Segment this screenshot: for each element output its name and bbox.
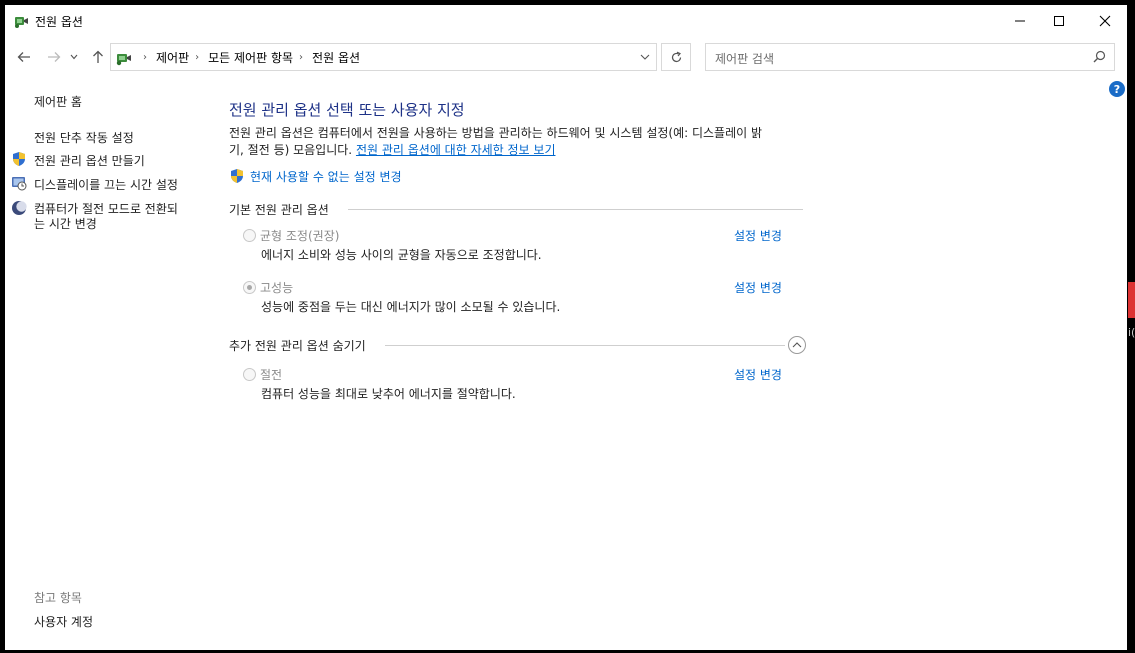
- page-description: 전원 관리 옵션은 컴퓨터에서 전원을 사용하는 방법을 관리하는 하드웨어 및…: [229, 125, 809, 159]
- minimize-icon: [1015, 20, 1025, 22]
- power-options-app-icon: [15, 17, 28, 28]
- plan-balanced-change-settings[interactable]: 설정 변경: [734, 227, 782, 244]
- sidebar-item-create-power-plan[interactable]: 전원 관리 옵션 만들기: [34, 152, 145, 169]
- close-button[interactable]: [1082, 5, 1127, 37]
- forward-arrow-icon: [48, 52, 61, 62]
- back-arrow-icon: [17, 52, 30, 62]
- sidebar-item-control-panel-home[interactable]: 제어판 홈: [34, 93, 82, 110]
- plan-high-performance-change-settings[interactable]: 설정 변경: [734, 279, 782, 296]
- breadcrumb-separator[interactable]: ›: [299, 52, 303, 63]
- refresh-button[interactable]: [661, 43, 691, 71]
- power-plan-info-link[interactable]: 전원 관리 옵션에 대한 자세한 정보 보기: [356, 143, 556, 157]
- control-panel-icon: [116, 54, 131, 66]
- help-icon: ?: [1113, 82, 1121, 96]
- breadcrumb-all-items[interactable]: 모든 제어판 항목: [208, 49, 293, 66]
- recent-locations-button[interactable]: [68, 47, 80, 67]
- plan-power-saver-name[interactable]: 절전: [260, 366, 282, 383]
- basic-plans-divider: [348, 209, 803, 210]
- moon-icon: [12, 201, 27, 215]
- breadcrumb: › 제어판 › 모든 제어판 항목 › 전원 옵션: [137, 44, 360, 70]
- navigation-bar: › 제어판 › 모든 제어판 항목 › 전원 옵션 제어판 검색: [5, 41, 1127, 75]
- extra-plans-title[interactable]: 추가 전원 관리 옵션 숨기기: [229, 337, 366, 354]
- plan-balanced-description: 에너지 소비와 성능 사이의 균형을 자동으로 조정합니다.: [261, 248, 542, 262]
- maximize-button[interactable]: [1036, 5, 1082, 37]
- background-window-edge: [1128, 282, 1135, 318]
- title-bar[interactable]: 전원 옵션: [5, 5, 1127, 37]
- address-dropdown-button[interactable]: [637, 49, 653, 65]
- up-arrow-icon: [93, 50, 103, 63]
- chevron-up-icon: [792, 342, 802, 348]
- up-button[interactable]: [88, 47, 108, 67]
- breadcrumb-control-panel[interactable]: 제어판: [156, 49, 189, 66]
- plan-high-performance-name[interactable]: 고성능: [260, 279, 293, 296]
- plan-balanced-name[interactable]: 균형 조정(권장): [260, 227, 339, 244]
- sidebar-item-power-button[interactable]: 전원 단추 작동 설정: [34, 129, 134, 146]
- plan-balanced-radio[interactable]: [243, 229, 256, 242]
- shield-icon: [13, 152, 25, 166]
- close-icon: [1099, 15, 1111, 27]
- refresh-icon: [671, 51, 681, 62]
- power-options-window: 전원 옵션 › 제어판 › 모든 제어판 항목 › 전원 옵션 제어판 검색 ?…: [5, 5, 1127, 650]
- description-line1: 전원 관리 옵션은 컴퓨터에서 전원을 사용하는 방법을 관리하는 하드웨어 및…: [229, 126, 763, 140]
- search-input[interactable]: 제어판 검색: [715, 50, 774, 67]
- sidebar-item-sleep-time-line2[interactable]: 는 시간 변경: [34, 215, 97, 232]
- background-window-text: i(: [1128, 326, 1135, 339]
- shield-icon: [231, 169, 243, 183]
- breadcrumb-power-options[interactable]: 전원 옵션: [312, 49, 360, 66]
- plan-power-saver-description: 컴퓨터 성능을 최대로 낮추어 에너지를 절약합니다.: [261, 387, 516, 401]
- maximize-icon: [1054, 16, 1064, 26]
- see-also-title: 참고 항목: [34, 591, 82, 605]
- plan-high-performance-description: 성능에 중점을 두는 대신 에너지가 많이 소모될 수 있습니다.: [261, 300, 561, 314]
- description-line2: 기, 절전 등) 모음입니다.: [229, 143, 353, 157]
- monitor-clock-icon: [12, 177, 27, 191]
- search-box[interactable]: 제어판 검색: [705, 43, 1115, 71]
- basic-plans-header: 기본 전원 관리 옵션: [229, 201, 329, 217]
- see-also-user-accounts[interactable]: 사용자 계정: [34, 613, 93, 630]
- search-icon[interactable]: [1093, 50, 1106, 63]
- help-button[interactable]: ?: [1109, 81, 1125, 97]
- breadcrumb-separator[interactable]: ›: [195, 52, 199, 63]
- forward-button[interactable]: [44, 47, 64, 67]
- sidebar-item-display-off-time[interactable]: 디스플레이를 끄는 시간 설정: [34, 176, 178, 193]
- breadcrumb-separator[interactable]: ›: [143, 52, 147, 63]
- collapse-extra-plans-button[interactable]: [788, 336, 806, 354]
- window-title: 전원 옵션: [35, 15, 83, 29]
- extra-plans-header[interactable]: 추가 전원 관리 옵션 숨기기: [229, 337, 366, 353]
- address-bar[interactable]: › 제어판 › 모든 제어판 항목 › 전원 옵션: [110, 43, 657, 71]
- chevron-down-icon: [640, 54, 650, 60]
- change-unavailable-settings-link[interactable]: 현재 사용할 수 없는 설정 변경: [250, 168, 402, 185]
- chevron-down-icon: [70, 54, 78, 60]
- plan-power-saver-change-settings[interactable]: 설정 변경: [734, 366, 782, 383]
- page-title: 전원 관리 옵션 선택 또는 사용자 지정: [229, 101, 465, 119]
- back-button[interactable]: [14, 47, 34, 67]
- change-unavailable-settings[interactable]: 현재 사용할 수 없는 설정 변경: [229, 167, 402, 185]
- extra-plans-divider: [385, 345, 785, 346]
- basic-plans-title: 기본 전원 관리 옵션: [229, 202, 329, 217]
- plan-high-performance-radio[interactable]: [243, 281, 256, 294]
- plan-power-saver-radio[interactable]: [243, 368, 256, 381]
